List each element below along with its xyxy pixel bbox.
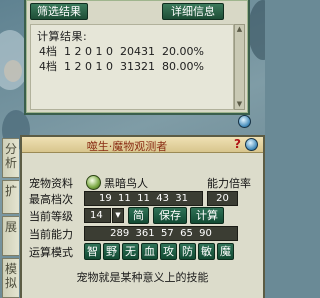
- level-field[interactable]: 14: [84, 208, 111, 223]
- scenery-shape: [4, 60, 22, 82]
- scroll-down-icon[interactable]: ▼: [236, 101, 243, 108]
- power-label: 当前能力: [29, 228, 73, 241]
- multiplier-label: 能力倍率: [207, 177, 251, 190]
- pet-icon[interactable]: [86, 175, 101, 190]
- tab-char: 展: [4, 220, 17, 234]
- result-panel-close-icon[interactable]: [238, 115, 251, 128]
- simple-button[interactable]: 简: [128, 207, 149, 224]
- result-textbox[interactable]: 计算结果: 4档 1 2 0 1 0 20431 20.00% 4档 1 2 0…: [30, 24, 234, 110]
- mode-button-intelligence[interactable]: 智: [84, 243, 101, 260]
- title-bar[interactable]: 噬生·魔物观测者 ?: [22, 137, 263, 153]
- tab-char: 扩: [4, 184, 17, 198]
- level-label: 当前等级: [29, 210, 73, 223]
- panel-title: 噬生·魔物观测者: [86, 140, 168, 153]
- result-panel: 筛选结果 详细信息 计算结果: 4档 1 2 0 1 0 20431 20.00…: [24, 0, 250, 115]
- scroll-up-icon[interactable]: ▲: [236, 26, 243, 33]
- mode-button-agility[interactable]: 敏: [198, 243, 215, 260]
- tab-analysis[interactable]: 分 析: [2, 138, 19, 178]
- tab-char: 分: [4, 142, 17, 156]
- result-row: 4档 1 2 0 1 0 20431 20.00%: [39, 45, 204, 58]
- mode-button-defense[interactable]: 防: [179, 243, 196, 260]
- multiplier-field[interactable]: 20: [207, 191, 238, 206]
- level-dropdown-icon[interactable]: ▼: [112, 208, 124, 223]
- tab-char: 模: [4, 262, 17, 276]
- calculate-button[interactable]: 计算: [190, 207, 224, 224]
- close-icon[interactable]: [245, 138, 258, 151]
- pet-name: 黑暗鸟人: [104, 177, 148, 190]
- help-icon[interactable]: ?: [231, 138, 244, 151]
- result-title: 计算结果:: [37, 30, 88, 43]
- mode-button-magic[interactable]: 魔: [217, 243, 234, 260]
- max-tier-label: 最高档次: [29, 193, 73, 206]
- filter-results-button[interactable]: 筛选结果: [30, 3, 88, 20]
- mode-label: 运算模式: [29, 246, 73, 259]
- save-button[interactable]: 保存: [153, 207, 187, 224]
- result-row: 4档 1 2 0 1 0 31321 80.00%: [39, 60, 204, 73]
- mode-button-none[interactable]: 无: [122, 243, 139, 260]
- detail-info-button[interactable]: 详细信息: [162, 3, 224, 20]
- side-tabs: 分 析 扩 展 模 拟: [0, 138, 20, 298]
- pet-label: 宠物资料: [29, 177, 73, 190]
- tab-expand-continued[interactable]: 展: [2, 216, 19, 256]
- tab-expand[interactable]: 扩: [2, 180, 19, 214]
- tab-char: 拟: [4, 276, 17, 290]
- max-tier-field[interactable]: 19 11 11 43 31: [84, 191, 203, 206]
- tab-char: 析: [4, 156, 17, 170]
- mode-button-wild[interactable]: 野: [103, 243, 120, 260]
- monster-observer-panel: 噬生·魔物观测者 ? 宠物资料 黑暗鸟人 能力倍率 最高档次 19 11 11 …: [20, 135, 265, 298]
- result-scrollbar[interactable]: ▲ ▼: [234, 24, 245, 110]
- power-field[interactable]: 289 361 57 65 90: [84, 226, 238, 241]
- scenery-shape: [248, 0, 265, 60]
- mode-button-hp[interactable]: 血: [141, 243, 158, 260]
- tab-simulate[interactable]: 模 拟: [2, 258, 19, 298]
- footer-caption: 宠物就是某种意义上的技能: [76, 271, 209, 284]
- mode-button-attack[interactable]: 攻: [160, 243, 177, 260]
